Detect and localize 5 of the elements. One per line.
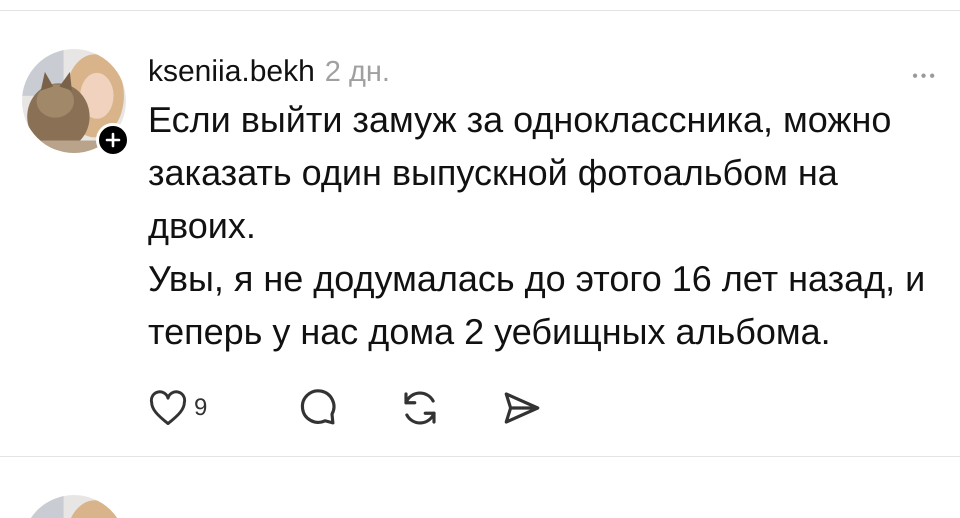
- post-text: Если выйти замуж за одноклассника, можно заказать один выпускной фотоальбом на двоих.: [148, 98, 892, 248]
- username[interactable]: kseniia.bekh: [148, 49, 315, 94]
- like-button[interactable]: 9: [148, 390, 208, 426]
- post-text: Увы, я не додумалась до этого 16 лет назад, и теперь у нас дома 2 уебищных альбома.: [148, 257, 926, 354]
- post-time: 2 дн.: [324, 55, 390, 90]
